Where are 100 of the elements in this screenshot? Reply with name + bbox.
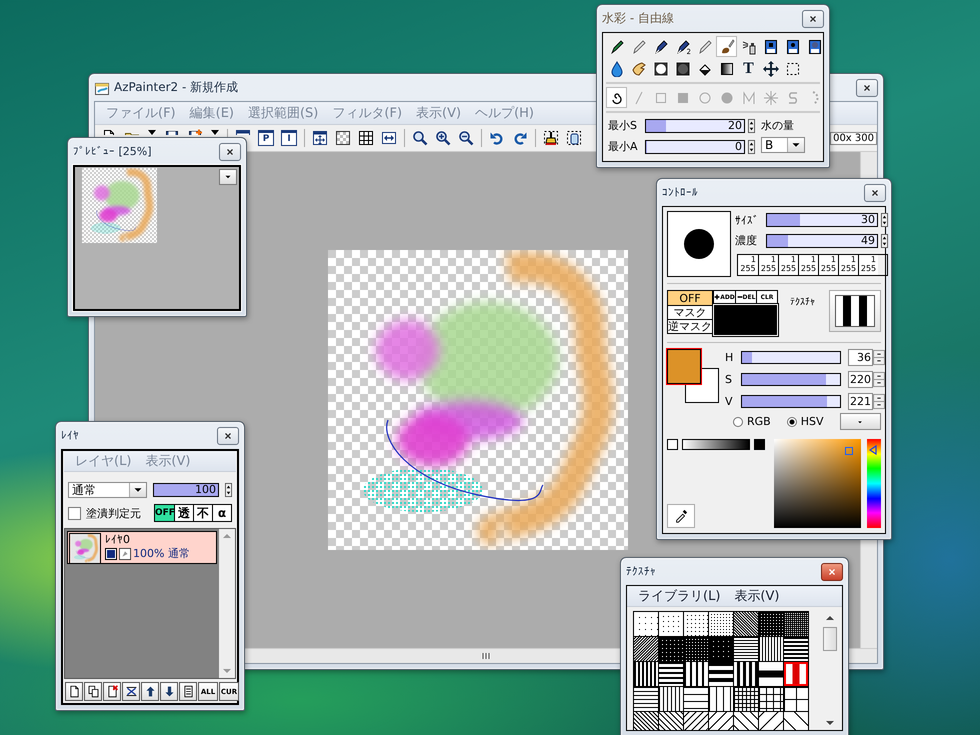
arrow-tag-icon[interactable] [119, 548, 131, 560]
pressure-button[interactable]: 1 255 [778, 255, 798, 275]
saturation-value-picker[interactable] [774, 439, 862, 528]
spinner-icon[interactable] [881, 234, 888, 248]
pressure-button[interactable]: 1 255 [838, 255, 858, 275]
caret-icon[interactable] [147, 129, 157, 135]
pressure-button[interactable]: 1 255 [758, 255, 778, 275]
window-button[interactable]: P [258, 130, 274, 146]
frame-move-icon[interactable] [312, 130, 328, 146]
texture-swatch[interactable] [684, 687, 708, 711]
texture-swatch[interactable] [759, 662, 783, 686]
value-field[interactable]: 221 [848, 393, 873, 410]
texture-swatch[interactable] [709, 687, 733, 711]
down-arrow-icon[interactable] [826, 720, 834, 726]
pressure-button[interactable]: 1 255 [798, 255, 818, 275]
close-button[interactable] [219, 142, 241, 160]
close-button[interactable] [864, 184, 886, 202]
texture-swatch[interactable] [684, 662, 708, 686]
mask-mode-button[interactable]: OFF [668, 291, 712, 305]
spinner-icon[interactable] [225, 483, 232, 497]
texture-swatch[interactable] [709, 712, 733, 730]
slider[interactable] [741, 351, 841, 364]
hue-marker-icon[interactable] [869, 444, 878, 455]
grayscale-bar[interactable] [682, 439, 750, 450]
caret-icon[interactable] [210, 129, 220, 135]
brush-clear-icon[interactable] [543, 130, 559, 146]
texture-swatch[interactable] [784, 712, 808, 730]
lock-mode-button[interactable]: α [212, 505, 231, 521]
redo-icon[interactable] [512, 130, 528, 146]
pressure-button[interactable]: 1 255 [738, 255, 758, 275]
texture-swatch[interactable] [709, 612, 733, 636]
dotted-cylinder-icon[interactable] [566, 130, 582, 146]
menu-item[interactable]: ライブラリ(L) [633, 587, 726, 605]
gradient-end-swatch[interactable] [754, 439, 765, 450]
arrow-down-button[interactable] [160, 682, 178, 701]
value-field[interactable]: 220 [848, 371, 873, 388]
spinner-icon[interactable] [748, 140, 755, 154]
layer-color-swatch[interactable] [105, 548, 117, 560]
texture-swatch[interactable] [759, 637, 783, 661]
texture-swatch[interactable] [784, 662, 808, 686]
checkbox[interactable] [68, 506, 81, 520]
dropdown-button[interactable] [840, 413, 881, 430]
texture-swatch[interactable] [659, 612, 683, 636]
scrollbar-thumb[interactable] [823, 627, 837, 651]
spinner-icon[interactable] [881, 213, 888, 227]
texture-swatch[interactable] [659, 687, 683, 711]
paintbrush-tool-button[interactable] [716, 36, 737, 57]
spiral-shape-button[interactable] [606, 87, 627, 108]
grip-icon[interactable] [481, 652, 491, 660]
checker-icon[interactable] [335, 130, 351, 146]
texture-swatch[interactable] [659, 662, 683, 686]
slider[interactable]: 30 [766, 213, 878, 227]
color-mode-radio[interactable]: HSV [786, 415, 824, 428]
undo-icon[interactable] [489, 130, 505, 146]
close-button[interactable] [856, 78, 878, 96]
texture-swatch[interactable] [684, 712, 708, 730]
slider[interactable] [741, 395, 841, 408]
lock-mode-button[interactable]: 不 [193, 505, 212, 521]
zoom-in-icon[interactable] [435, 130, 451, 146]
blend-mode-dropdown[interactable]: 通常 [68, 482, 148, 498]
slider[interactable] [741, 373, 841, 386]
texture-swatch[interactable] [684, 612, 708, 636]
texture-swatch[interactable] [634, 662, 658, 686]
menu-item[interactable]: 表示(V) [729, 587, 784, 605]
mask-mode-button[interactable]: 逆マスク [668, 319, 712, 333]
dropdown-button[interactable] [219, 169, 237, 185]
zoom-out-icon[interactable] [458, 130, 474, 146]
window-button[interactable]: I [281, 130, 297, 146]
texture-swatch[interactable] [784, 612, 808, 636]
text-tool-button[interactable]: T [738, 58, 759, 79]
mask-mode-button[interactable]: マスク [668, 305, 712, 319]
close-button[interactable] [217, 426, 239, 444]
texture-swatch[interactable] [734, 612, 758, 636]
texture-swatch[interactable] [659, 637, 683, 661]
lock-mode-button[interactable]: OFF [155, 505, 174, 521]
texture-swatch[interactable] [784, 637, 808, 661]
texture-swatch[interactable] [634, 637, 658, 661]
water-amount-dropdown[interactable]: B [761, 137, 805, 153]
spinner-icon[interactable] [748, 118, 755, 132]
texture-button[interactable] [829, 290, 881, 332]
texture-swatch[interactable] [684, 637, 708, 661]
delete-page-button[interactable] [103, 682, 121, 701]
color-mode-radio[interactable]: RGB [733, 415, 771, 428]
texture-swatch[interactable] [634, 712, 658, 730]
texture-swatch[interactable] [734, 712, 758, 730]
up-arrow-icon[interactable] [826, 615, 834, 621]
foreground-color-swatch[interactable] [667, 349, 701, 384]
layer-item[interactable]: ﾚｲﾔ0 100% 通常 [67, 531, 217, 564]
eyedropper-button[interactable] [667, 504, 695, 528]
texture-swatch[interactable] [634, 687, 658, 711]
copy-pages-button[interactable] [84, 682, 102, 701]
hue-bar[interactable] [867, 439, 882, 528]
texture-swatch[interactable] [734, 687, 758, 711]
texture-swatch[interactable] [659, 712, 683, 730]
slider[interactable]: 0 [645, 140, 745, 154]
pressure-button[interactable]: 1 255 [818, 255, 838, 275]
lock-mode-button[interactable]: 透 [174, 505, 193, 521]
texture-swatch[interactable] [734, 637, 758, 661]
grid-icon[interactable] [358, 130, 374, 146]
texture-swatch[interactable] [759, 687, 783, 711]
